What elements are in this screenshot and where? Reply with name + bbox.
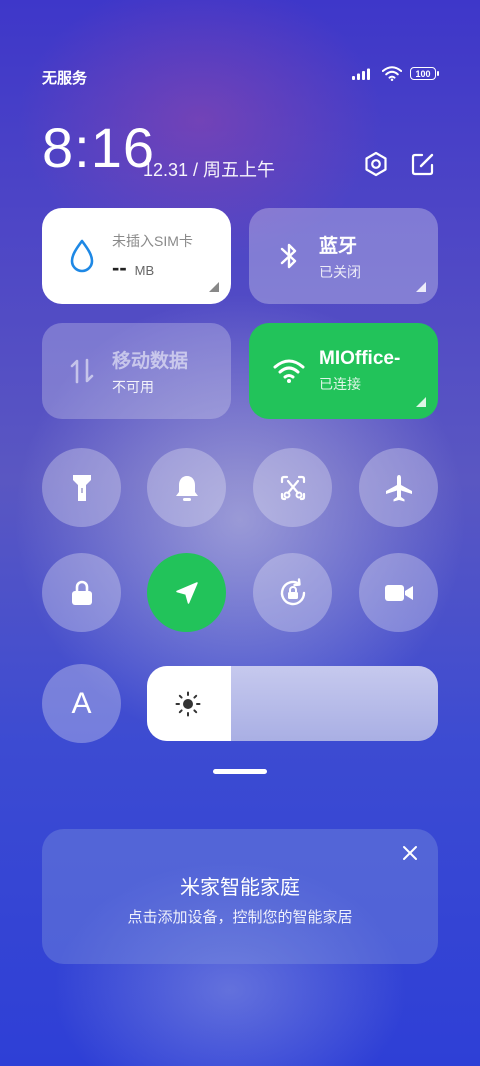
lock-icon [71, 580, 92, 605]
brightness-track [231, 666, 438, 741]
bell-icon [175, 475, 198, 501]
edit-icon [411, 153, 434, 176]
data-usage-value: -- [112, 255, 127, 280]
bluetooth-title: 蓝牙 [319, 235, 358, 257]
flashlight-toggle[interactable] [42, 448, 121, 527]
sun-icon [175, 691, 201, 722]
location-toggle[interactable] [147, 553, 226, 632]
silent-toggle[interactable] [147, 448, 226, 527]
airplane-toggle[interactable] [359, 448, 438, 527]
settings-button[interactable] [361, 149, 391, 179]
wifi-network-name: MIOffice- [319, 348, 401, 369]
data-usage-unit: MB [134, 263, 155, 278]
brightness-slider[interactable] [147, 666, 438, 741]
carrier-label: 无服务 [42, 70, 88, 87]
rotation-lock-icon [280, 577, 305, 605]
close-icon [403, 846, 417, 860]
status-icons: 100 [352, 66, 439, 81]
location-arrow-icon [175, 581, 198, 604]
airplane-icon [385, 474, 412, 501]
font-size-button[interactable]: A [42, 664, 121, 743]
font-size-label: A [71, 686, 92, 720]
bluetooth-status: 已关闭 [319, 263, 361, 280]
data-usage-tile[interactable]: 未插入SIM卡 -- MB [42, 208, 231, 304]
signal-icon [352, 68, 370, 80]
bluetooth-tile[interactable]: 蓝牙 已关闭 [249, 208, 438, 304]
screenshot-scissors-icon [280, 475, 305, 500]
clock[interactable]: 8:16 [42, 120, 155, 176]
expand-corner-icon [416, 282, 426, 292]
collapse-handle[interactable] [213, 769, 267, 774]
mijia-card[interactable]: 米家智能家庭 点击添加设备，控制您的智能家居 [42, 829, 438, 964]
water-drop-icon [64, 238, 100, 274]
wifi-status: 已连接 [319, 376, 361, 392]
video-camera-icon [384, 584, 413, 601]
wifi-icon [382, 66, 402, 81]
flashlight-icon [72, 474, 91, 501]
wifi-icon [271, 353, 307, 389]
wifi-tile[interactable]: MIOffice- 已连接 [249, 323, 438, 419]
mobile-data-status: 不可用 [112, 378, 154, 395]
date[interactable]: 12.31 / 周五上午 [143, 156, 275, 182]
expand-corner-icon [416, 397, 426, 407]
edit-button[interactable] [408, 149, 438, 179]
battery-icon: 100 [410, 67, 439, 80]
lock-toggle[interactable] [42, 553, 121, 632]
battery-level: 100 [415, 68, 431, 79]
mijia-title: 米家智能家庭 [180, 877, 300, 899]
bluetooth-icon [271, 238, 307, 274]
settings-icon [365, 151, 387, 177]
expand-corner-icon [209, 282, 219, 292]
screen-record-toggle[interactable] [359, 553, 438, 632]
sim-status-label: 未插入SIM卡 [112, 233, 193, 249]
mobile-data-tile[interactable]: 移动数据 不可用 [42, 323, 231, 419]
mijia-subtitle: 点击添加设备，控制您的智能家居 [127, 909, 353, 926]
close-button[interactable] [398, 841, 422, 865]
rotation-lock-toggle[interactable] [253, 553, 332, 632]
data-arrows-icon [64, 353, 100, 389]
screenshot-toggle[interactable] [253, 448, 332, 527]
mobile-data-title: 移动数据 [112, 350, 189, 372]
